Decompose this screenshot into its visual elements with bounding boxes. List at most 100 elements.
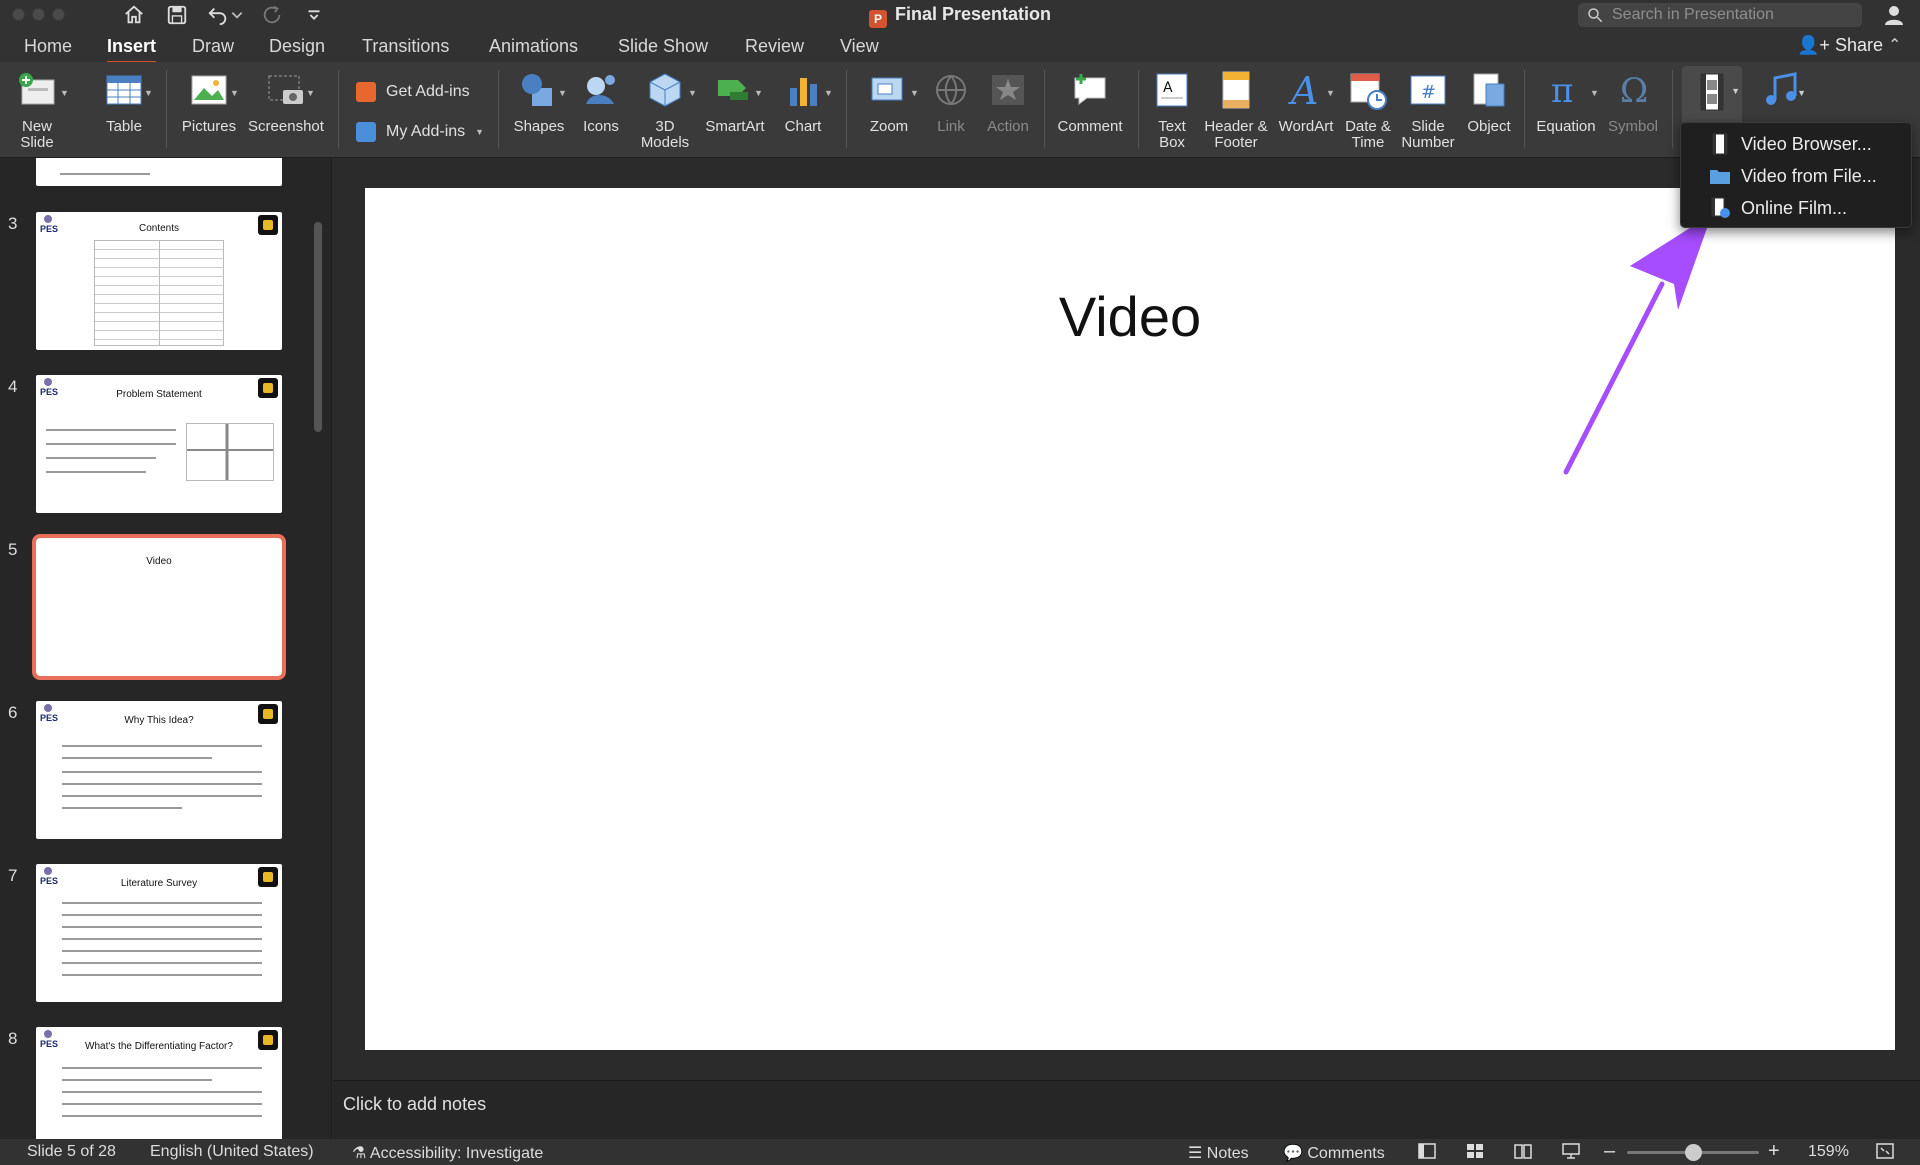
equation-label: Equation [1536, 118, 1596, 135]
object-button[interactable]: Object [1462, 62, 1516, 158]
slide-number-button[interactable]: # Slide Number [1398, 62, 1458, 158]
video-from-file-menu-item[interactable]: Video from File... [1681, 160, 1911, 192]
undo-dropdown-icon[interactable] [230, 2, 244, 28]
zoom-slider-knob[interactable] [1684, 1144, 1702, 1161]
zoom-in-button[interactable]: + [1768, 1140, 1780, 1163]
comment-label: Comment [1057, 118, 1123, 135]
object-label: Object [1467, 118, 1511, 135]
reading-view-icon[interactable] [1514, 1143, 1532, 1159]
share-button[interactable]: 👤+ Share [1797, 35, 1883, 56]
smartart-caret-icon[interactable]: ▼ [754, 88, 763, 98]
zoom-caret-icon[interactable]: ▼ [910, 88, 919, 98]
comments-button[interactable]: 💬 Comments [1283, 1143, 1385, 1163]
thumb-text-line [62, 926, 262, 928]
pictures-caret-icon[interactable]: ▼ [230, 88, 239, 98]
tab-draw[interactable]: Draw [192, 36, 234, 57]
undo-icon[interactable] [204, 2, 232, 28]
symbol-button[interactable]: Ω Symbol [1604, 62, 1662, 158]
zoom-out-button[interactable]: – [1604, 1140, 1615, 1163]
thumbnails-scrollbar[interactable] [314, 222, 322, 432]
tab-view[interactable]: View [840, 36, 879, 57]
notes-button[interactable]: ☰ Notes [1188, 1143, 1249, 1163]
thumb-title: Video [146, 556, 172, 567]
wordart-caret-icon[interactable]: ▼ [1326, 88, 1335, 98]
text-box-button[interactable]: A Text Box [1148, 62, 1196, 158]
3d-models-button[interactable]: 3D Models [632, 62, 698, 158]
tab-design[interactable]: Design [269, 36, 325, 57]
screenshot-button[interactable]: Screenshot [246, 62, 326, 158]
language[interactable]: English (United States) [150, 1143, 314, 1161]
account-icon[interactable] [1882, 3, 1908, 27]
date-time-label: Date & Time [1345, 118, 1391, 151]
slide-sorter-view-icon[interactable] [1466, 1143, 1484, 1159]
screenshot-icon [268, 75, 303, 104]
pictures-button[interactable]: Pictures [178, 62, 240, 158]
date-time-button[interactable]: Date & Time [1340, 62, 1396, 158]
slide-thumbnail-5[interactable]: Video [32, 534, 286, 680]
wordart-button[interactable]: A WordArt [1276, 62, 1336, 158]
normal-view-icon[interactable] [1418, 1143, 1436, 1159]
slide-thumbnail-4[interactable]: PES Problem Statement [36, 375, 282, 513]
accessibility-label: Accessibility: Investigate [369, 1145, 544, 1162]
slide-thumbnail-6[interactable]: PES Why This Idea? [36, 701, 282, 839]
redo-icon[interactable] [258, 2, 286, 28]
zoom-percentage[interactable]: 159% [1808, 1143, 1849, 1161]
video-caret-icon: ▼ [1731, 86, 1740, 96]
slide-thumbnail-3[interactable]: PES Contents [36, 212, 282, 350]
my-addins-button[interactable]: My Add-ins ▼ [356, 122, 484, 142]
video-browser-menu-item[interactable]: Video Browser... [1681, 128, 1911, 160]
tab-review[interactable]: Review [745, 36, 804, 57]
thumb-text-line [46, 457, 156, 459]
thumb-text-line [62, 914, 262, 916]
tab-insert[interactable]: Insert [107, 36, 157, 64]
tab-home[interactable]: Home [24, 36, 72, 57]
chart-button[interactable]: Chart [778, 62, 828, 158]
header-footer-button[interactable]: Header & Footer [1200, 62, 1272, 158]
online-film-menu-item[interactable]: Online Film... [1681, 192, 1911, 224]
new-slide-caret-icon[interactable]: ▼ [60, 88, 69, 98]
search-box[interactable] [1578, 3, 1862, 27]
shapes-caret-icon[interactable]: ▼ [558, 88, 567, 98]
tab-slide-show[interactable]: Slide Show [618, 36, 708, 57]
slide-thumbnail-8[interactable]: PES What's the Differentiating Factor? [36, 1027, 282, 1139]
ribbon-divider [338, 70, 339, 148]
slide-thumbnail-2[interactable] [36, 158, 282, 186]
thumb-text-line [46, 471, 146, 473]
fit-to-window-icon[interactable] [1876, 1143, 1894, 1159]
home-icon[interactable] [120, 2, 148, 28]
shapes-button[interactable]: Shapes [508, 62, 570, 158]
3d-models-caret-icon[interactable]: ▼ [688, 88, 697, 98]
zoom-window-button[interactable] [52, 8, 65, 21]
accessibility-status[interactable]: ⚗ Accessibility: Investigate [352, 1143, 543, 1163]
table-button[interactable]: Table [96, 62, 152, 158]
notes-pane[interactable]: Click to add notes [333, 1080, 1920, 1139]
get-addins-button[interactable]: Get Add-ins [356, 82, 470, 102]
minimize-window-button[interactable] [32, 8, 45, 21]
video-button[interactable]: ▼ [1682, 66, 1742, 126]
icons-button[interactable]: Icons [576, 62, 626, 158]
star-action-icon [992, 75, 1024, 105]
screenshot-caret-icon[interactable]: ▼ [306, 88, 315, 98]
search-input[interactable] [1612, 6, 1852, 24]
tab-transitions[interactable]: Transitions [362, 36, 449, 57]
tab-animations[interactable]: Animations [489, 36, 578, 57]
new-slide-button[interactable]: New Slide [8, 62, 66, 158]
shapes-label: Shapes [513, 118, 565, 135]
save-icon[interactable] [163, 2, 191, 28]
chart-caret-icon[interactable]: ▼ [824, 88, 833, 98]
zoom-button[interactable]: Zoom [860, 62, 918, 158]
action-button[interactable]: Action [980, 62, 1036, 158]
equation-button[interactable]: π Equation [1534, 62, 1598, 158]
comment-button[interactable]: Comment [1052, 62, 1128, 158]
wordart-label: WordArt [1278, 118, 1334, 135]
slideshow-view-icon[interactable] [1562, 1143, 1580, 1159]
smartart-button[interactable]: SmartArt [700, 62, 770, 158]
table-caret-icon[interactable]: ▼ [144, 88, 153, 98]
equation-caret-icon[interactable]: ▼ [1590, 88, 1599, 98]
slide-number-5: 5 [8, 540, 18, 559]
customize-toolbar-icon[interactable] [300, 2, 328, 28]
link-button[interactable]: Link [926, 62, 976, 158]
collapse-ribbon-icon[interactable]: ⌃ [1888, 35, 1901, 55]
slide-thumbnail-7[interactable]: PES Literature Survey [36, 864, 282, 1002]
close-window-button[interactable] [12, 8, 25, 21]
